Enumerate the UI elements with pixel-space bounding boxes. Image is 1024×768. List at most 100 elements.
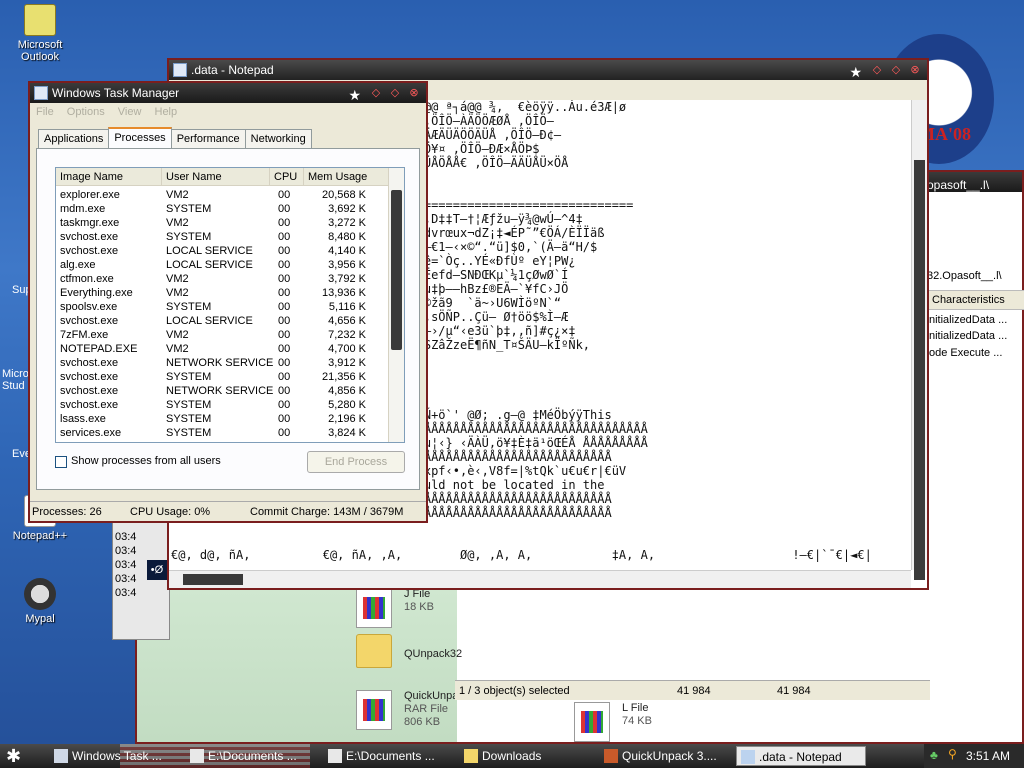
menu-help[interactable]: Help [155, 106, 178, 118]
taskbar-task[interactable]: E:\Documents ... [186, 746, 316, 766]
notepad-horizontal-scrollbar[interactable] [169, 570, 911, 588]
process-name: Everything.exe [60, 287, 133, 299]
table-row[interactable]: nitializedData ... [929, 314, 1007, 326]
end-process-button[interactable]: End Process [307, 451, 405, 473]
log-line: 03:4 [115, 545, 137, 557]
folder-icon[interactable] [356, 634, 392, 668]
process-row[interactable]: svchost.exe NETWORK SERVICE 00 3,912 K [56, 356, 390, 370]
column-mem-usage[interactable]: Mem Usage [304, 168, 390, 186]
process-row[interactable]: 7zFM.exe VM2 00 7,232 K [56, 328, 390, 342]
pin-icon[interactable]: ★ [849, 62, 862, 82]
process-name: 7zFM.exe [60, 329, 109, 341]
desktop-icon-mypal[interactable]: Mypal [0, 578, 80, 625]
table-row[interactable]: nitializedData ... [929, 330, 1007, 342]
tab-networking[interactable]: Networking [244, 129, 312, 149]
menu-options[interactable]: Options [67, 106, 105, 118]
taskbar-task[interactable]: E:\Documents ... [324, 746, 452, 766]
process-list[interactable]: Image Name User Name CPU Mem Usage explo… [55, 167, 405, 443]
process-row[interactable]: svchost.exe LOCAL SERVICE 00 4,140 K [56, 244, 390, 258]
notepad-vertical-scrollbar[interactable] [911, 100, 927, 580]
scroll-thumb[interactable] [183, 574, 243, 585]
taskbar-task-label: E:\Documents ... [346, 749, 435, 763]
column-user-name[interactable]: User Name [162, 168, 270, 186]
search-icon[interactable]: ⚲ [948, 747, 957, 761]
process-row[interactable]: svchost.exe NETWORK SERVICE 00 4,856 K [56, 384, 390, 398]
process-row[interactable]: alg.exe LOCAL SERVICE 00 3,956 K [56, 258, 390, 272]
process-mem: 4,700 K [328, 343, 366, 355]
process-name: mdm.exe [60, 203, 106, 215]
taskbar-task-label: Windows Task ... [72, 749, 162, 763]
process-row[interactable]: lsass.exe SYSTEM 00 2,196 K [56, 412, 390, 426]
scroll-thumb[interactable] [914, 160, 925, 580]
qunpack-button[interactable]: •Ø [147, 560, 167, 580]
process-row[interactable]: Everything.exe VM2 00 13,936 K [56, 286, 390, 300]
process-row[interactable]: svchost.exe SYSTEM 00 21,356 K [56, 370, 390, 384]
task-manager-titlebar[interactable]: Windows Task Manager ★ ◇ ◇ ⊗ [30, 83, 426, 103]
desktop-icon-outlook[interactable]: Microsoft Outlook [0, 4, 80, 63]
process-row[interactable]: NOTEPAD.EXE VM2 00 4,700 K [56, 342, 390, 356]
minimize-button[interactable]: ◇ [869, 62, 885, 78]
process-row[interactable]: svchost.exe LOCAL SERVICE 00 4,656 K [56, 314, 390, 328]
maximize-button[interactable]: ◇ [888, 62, 904, 78]
process-row[interactable]: services.exe SYSTEM 00 3,824 K [56, 426, 390, 440]
process-cpu: 00 [278, 287, 291, 299]
process-name: svchost.exe [60, 385, 119, 397]
process-user: NETWORK SERVICE [166, 357, 274, 369]
process-cpu: 00 [278, 259, 291, 271]
maximize-button[interactable]: ◇ [387, 85, 403, 101]
process-user: VM2 [166, 343, 189, 355]
qunpack-window[interactable]: 03:4 03:4 03:4 03:4 03:4 [112, 520, 170, 640]
menu-file[interactable]: File [36, 106, 54, 118]
process-row[interactable]: mdm.exe SYSTEM 00 3,692 K [56, 202, 390, 216]
status-size: 41 984 [777, 685, 811, 697]
7zip-icon [328, 749, 342, 763]
process-mem: 4,656 K [328, 315, 366, 327]
column-image-name[interactable]: Image Name [56, 168, 162, 186]
taskbar-task[interactable]: QuickUnpack 3.... [600, 746, 728, 766]
checkbox-box[interactable] [55, 456, 67, 468]
taskbar-task-active[interactable]: .data - Notepad [736, 746, 866, 766]
pin-icon[interactable]: ★ [348, 85, 361, 105]
close-button[interactable]: ⊗ [406, 85, 422, 101]
tab-applications[interactable]: Applications [38, 129, 110, 149]
taskbar-task[interactable]: Downloads [460, 746, 592, 766]
process-list-scrollbar[interactable] [388, 168, 404, 442]
scroll-thumb[interactable] [391, 190, 402, 350]
process-cpu: 00 [278, 413, 291, 425]
column-characteristics[interactable]: Characteristics [927, 290, 1024, 310]
process-name: NOTEPAD.EXE [60, 343, 138, 355]
file-size: 18 KB [404, 601, 434, 613]
process-user: VM2 [166, 329, 189, 341]
tab-performance[interactable]: Performance [170, 129, 246, 149]
process-row[interactable]: taskmgr.exe VM2 00 3,272 K [56, 216, 390, 230]
menu-view[interactable]: View [118, 106, 142, 118]
tab-processes[interactable]: Processes [108, 127, 172, 149]
start-button[interactable]: ✱ [6, 746, 21, 767]
process-row[interactable]: winlogon.exe SYSTEM 00 5,516 K [56, 440, 390, 442]
process-user: SYSTEM [166, 203, 212, 215]
process-user: VM2 [166, 273, 189, 285]
column-cpu[interactable]: CPU [270, 168, 304, 186]
task-manager-window[interactable]: Windows Task Manager ★ ◇ ◇ ⊗ File Option… [28, 81, 428, 523]
process-row[interactable]: ctfmon.exe VM2 00 3,792 K [56, 272, 390, 286]
file-name: QuickUnpa [404, 690, 459, 702]
process-mem: 3,956 K [328, 259, 366, 271]
process-name: taskmgr.exe [60, 217, 120, 229]
network-icon[interactable]: ♣ [930, 748, 938, 762]
minimize-button[interactable]: ◇ [368, 85, 384, 101]
process-user: LOCAL SERVICE [166, 259, 253, 271]
notepad-titlebar[interactable]: .data - Notepad ★ ◇ ◇ ⊗ [169, 60, 927, 80]
table-row[interactable]: ode Execute ... [929, 347, 1002, 359]
clock[interactable]: 3:51 AM [966, 744, 1010, 768]
process-row[interactable]: svchost.exe SYSTEM 00 5,280 K [56, 398, 390, 412]
process-row[interactable]: explorer.exe VM2 00 20,568 K [56, 188, 390, 202]
task-manager-menubar: File Options View Help [30, 103, 426, 121]
close-button[interactable]: ⊗ [907, 62, 923, 78]
process-cpu: 00 [278, 427, 291, 439]
process-name: spoolsv.exe [60, 301, 118, 313]
taskbar-task[interactable]: Windows Task ... [50, 746, 178, 766]
process-user: SYSTEM [166, 371, 212, 383]
process-row[interactable]: spoolsv.exe SYSTEM 00 5,116 K [56, 300, 390, 314]
process-mem: 3,824 K [328, 427, 366, 439]
process-row[interactable]: svchost.exe SYSTEM 00 8,480 K [56, 230, 390, 244]
